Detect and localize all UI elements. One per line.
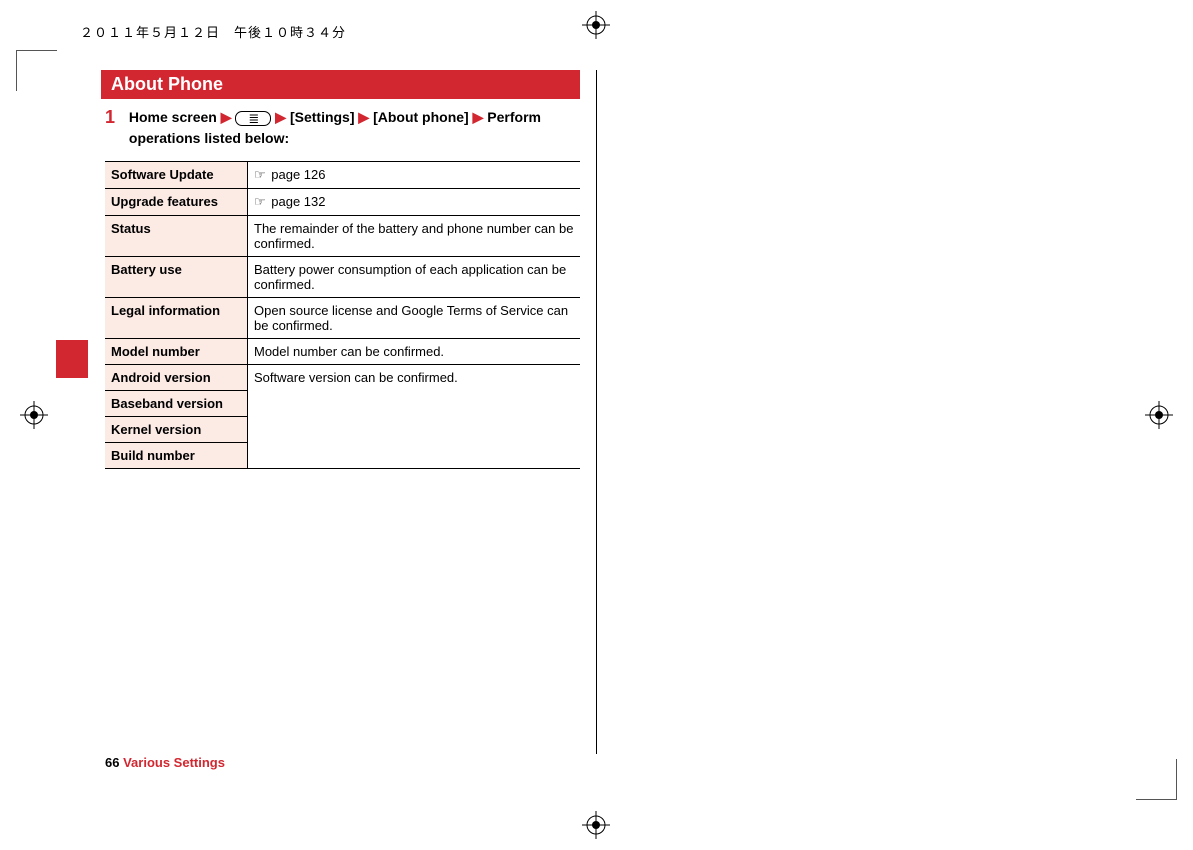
side-tab — [56, 340, 88, 378]
row-desc: Battery power consumption of each applic… — [248, 257, 581, 298]
registration-mark-left — [20, 401, 48, 429]
table-row: Android version Software version can be … — [105, 365, 580, 391]
table-row: Status The remainder of the battery and … — [105, 216, 580, 257]
settings-table: Software Update ☞ page 126 Upgrade featu… — [105, 161, 580, 469]
arrow-icon: ▶ — [358, 109, 369, 125]
step-part-a: Home screen — [129, 109, 217, 125]
row-label: Baseband version — [105, 391, 248, 417]
row-label: Legal information — [105, 298, 248, 339]
section-header: About Phone — [101, 70, 580, 99]
table-row: Software Update ☞ page 126 — [105, 162, 580, 189]
registration-mark-bottom — [582, 811, 610, 839]
row-label: Status — [105, 216, 248, 257]
row-label: Android version — [105, 365, 248, 391]
table-row: Battery use Battery power consumption of… — [105, 257, 580, 298]
row-label: Kernel version — [105, 417, 248, 443]
page-section-title: Various Settings — [123, 755, 225, 770]
arrow-icon: ▶ — [221, 109, 232, 125]
step-part-c: [About phone] — [373, 109, 469, 125]
step-number: 1 — [105, 107, 125, 128]
page-content: About Phone 1 Home screen ▶ ▶ [Settings]… — [105, 70, 580, 770]
row-label: Model number — [105, 339, 248, 365]
row-label: Software Update — [105, 162, 248, 189]
registration-mark-top — [582, 11, 610, 39]
table-row: Model number Model number can be confirm… — [105, 339, 580, 365]
crop-mark-top-left — [16, 50, 57, 91]
arrow-icon: ▶ — [275, 109, 286, 125]
row-label: Battery use — [105, 257, 248, 298]
row-desc: Model number can be confirmed. — [248, 339, 581, 365]
row-label: Upgrade features — [105, 189, 248, 216]
menu-key-icon — [235, 111, 271, 126]
row-desc: Software version can be confirmed. — [248, 365, 581, 469]
registration-mark-right — [1145, 401, 1173, 429]
row-label: Build number — [105, 443, 248, 469]
row-desc: The remainder of the battery and phone n… — [248, 216, 581, 257]
column-divider — [596, 70, 597, 754]
pointer-icon: ☞ — [254, 167, 266, 182]
pointer-icon: ☞ — [254, 194, 266, 209]
page-footer: 66 Various Settings — [105, 755, 225, 770]
table-row: Upgrade features ☞ page 132 — [105, 189, 580, 216]
table-row: Legal information Open source license an… — [105, 298, 580, 339]
step-1: 1 Home screen ▶ ▶ [Settings] ▶ [About ph… — [105, 107, 580, 149]
row-desc: ☞ page 126 — [248, 162, 581, 189]
crop-mark-bottom-right — [1136, 759, 1177, 800]
row-desc: Open source license and Google Terms of … — [248, 298, 581, 339]
step-part-b: [Settings] — [290, 109, 355, 125]
row-desc: ☞ page 132 — [248, 189, 581, 216]
step-body: Home screen ▶ ▶ [Settings] ▶ [About phon… — [129, 107, 569, 149]
arrow-icon: ▶ — [473, 109, 484, 125]
page-number: 66 — [105, 755, 119, 770]
print-timestamp: ２０１１年５月１２日 午後１０時３４分 — [80, 22, 346, 41]
